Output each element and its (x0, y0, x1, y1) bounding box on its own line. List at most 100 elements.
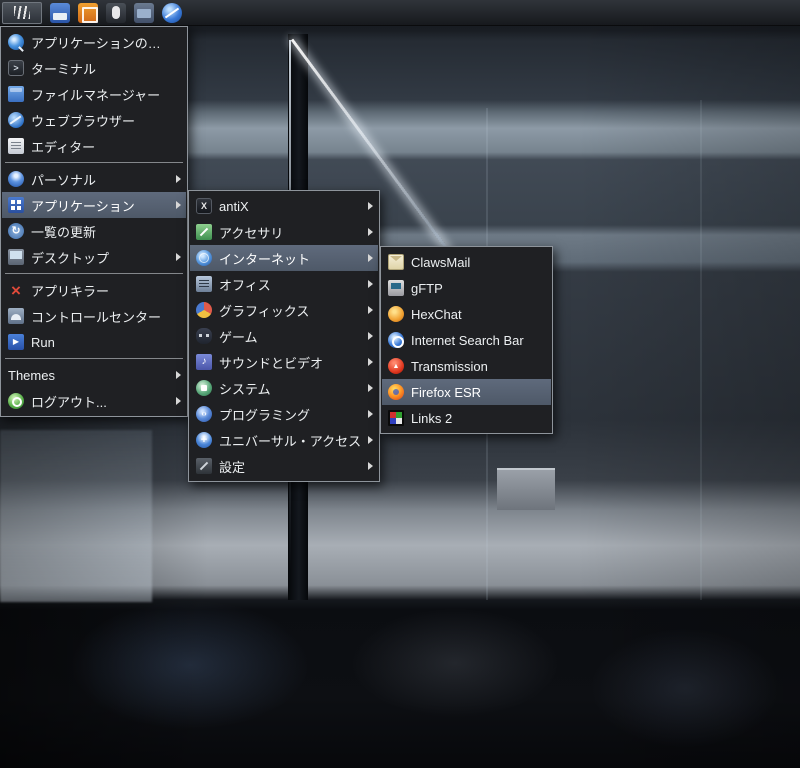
wallpaper-cube (497, 468, 555, 510)
submenu-arrow-icon (368, 228, 373, 236)
applications-icon (8, 197, 24, 213)
menu-item-programming[interactable]: プログラミング (190, 401, 378, 427)
menu-item-editor[interactable]: エディター (2, 133, 186, 159)
submenu-arrow-icon (368, 410, 373, 418)
menu-item-label: アプリケーション (31, 198, 135, 214)
file-save-icon[interactable] (50, 2, 70, 23)
menu-item-label: オフィス (219, 277, 271, 293)
submenu-arrow-icon (176, 201, 181, 209)
menu-item-sound-video[interactable]: サウンドとビデオ (190, 349, 378, 375)
folder-icon (8, 86, 24, 102)
refresh-icon (8, 223, 24, 239)
menu-item-label: Internet Search Bar (411, 332, 524, 348)
menu-item-personal[interactable]: パーソナル (2, 166, 186, 192)
graphics-icon (196, 302, 212, 318)
menu-item-games[interactable]: ゲーム (190, 323, 378, 349)
taskbar (0, 0, 800, 26)
hexchat-icon (388, 306, 404, 322)
menu-item-run[interactable]: Run (2, 329, 186, 355)
menu-item-label: ログアウト... (31, 394, 107, 410)
programming-icon (196, 406, 212, 422)
logout-icon (8, 393, 24, 409)
submenu-arrow-icon (368, 462, 373, 470)
menu-item-web-browser[interactable]: ウェブブラウザー (2, 107, 186, 133)
start-menu-button[interactable] (2, 1, 42, 24)
menu-item-gftp[interactable]: gFTP (382, 275, 551, 301)
wallpaper-reflection (70, 600, 310, 730)
menu-item-label: gFTP (411, 280, 443, 296)
web-browser-icon[interactable] (162, 2, 182, 23)
menu-item-label: サウンドとビデオ (219, 355, 324, 371)
menu-item-accessories[interactable]: アクセサリ (190, 219, 378, 245)
internet-search-icon (388, 332, 404, 348)
menu-item-links2[interactable]: Links 2 (382, 405, 551, 431)
menu-item-claws-mail[interactable]: ClawsMail (382, 249, 551, 275)
wrench-icon (196, 458, 212, 474)
person-icon (8, 171, 24, 187)
mail-icon (388, 254, 404, 270)
menu-item-app-killer[interactable]: アプリキラー (2, 277, 186, 303)
menu-item-desktop[interactable]: デスクトップ (2, 244, 186, 270)
internet-submenu: ClawsMail gFTP HexChat Internet Search B… (380, 246, 553, 434)
menu-item-label: ターミナル (31, 61, 97, 77)
menu-item-settings[interactable]: 設定 (190, 453, 378, 479)
terminal-icon (8, 60, 24, 76)
menu-item-label: HexChat (411, 306, 462, 322)
submenu-arrow-icon (368, 436, 373, 444)
menu-item-label: ClawsMail (411, 254, 471, 270)
transmission-icon (388, 358, 404, 374)
submenu-arrow-icon (176, 253, 181, 261)
wallpaper-reflection (590, 628, 780, 748)
menu-separator (5, 162, 183, 163)
submenu-arrow-icon (368, 280, 373, 288)
menu-item-themes[interactable]: Themes (2, 362, 186, 388)
sound-icon (196, 354, 212, 370)
package-installer-icon[interactable] (78, 2, 98, 23)
menu-item-logout[interactable]: ログアウト... (2, 388, 186, 414)
submenu-arrow-icon (176, 371, 181, 379)
menu-item-system[interactable]: システム (190, 375, 378, 401)
menu-item-internet[interactable]: インターネット (190, 245, 378, 271)
menu-item-label: アクセサリ (219, 225, 284, 241)
menu-item-applications[interactable]: アプリケーション (2, 192, 186, 218)
menu-item-label: パーソナル (31, 172, 97, 188)
applications-submenu: antiX アクセサリ インターネット オフィス グラフィックス ゲーム (188, 190, 380, 482)
menu-item-label: Transmission (411, 358, 488, 374)
menu-item-control-center[interactable]: コントロールセンター (2, 303, 186, 329)
menu-item-label: ファイルマネージャー (31, 87, 161, 103)
control-center-icon (8, 308, 24, 324)
menu-item-label: antiX (219, 198, 249, 214)
menu-item-office[interactable]: オフィス (190, 271, 378, 297)
wallpaper-seam (700, 100, 702, 600)
menu-item-universal-access[interactable]: ユニバーサル・アクセス (190, 427, 378, 453)
menu-item-select-application[interactable]: アプリケーションの選択 (2, 29, 186, 55)
menu-item-transmission[interactable]: Transmission (382, 353, 551, 379)
menu-item-internet-search-bar[interactable]: Internet Search Bar (382, 327, 551, 353)
kill-icon (8, 282, 24, 298)
menu-item-file-manager[interactable]: ファイルマネージャー (2, 81, 186, 107)
menu-item-label: ウェブブラウザー (31, 113, 136, 129)
search-icon (8, 34, 24, 50)
menu-item-label: グラフィックス (219, 303, 310, 319)
menu-item-antix[interactable]: antiX (190, 193, 378, 219)
links2-icon (388, 410, 404, 426)
mouse-settings-icon[interactable] (106, 2, 126, 23)
universal-access-icon (196, 432, 212, 448)
monitor-icon (8, 249, 24, 265)
menu-item-terminal[interactable]: ターミナル (2, 55, 186, 81)
menu-item-firefox-esr[interactable]: Firefox ESR (382, 379, 551, 405)
menu-item-hexchat[interactable]: HexChat (382, 301, 551, 327)
submenu-arrow-icon (368, 384, 373, 392)
editor-icon (8, 138, 24, 154)
menu-item-refresh-list[interactable]: 一覧の更新 (2, 218, 186, 244)
system-icon (196, 380, 212, 396)
menu-item-label: コントロールセンター (31, 309, 162, 325)
folder-icon[interactable] (134, 2, 154, 23)
menu-item-graphics[interactable]: グラフィックス (190, 297, 378, 323)
menu-item-label: システム (219, 381, 271, 397)
gftp-icon (388, 280, 404, 296)
office-icon (196, 276, 212, 292)
submenu-arrow-icon (368, 358, 373, 366)
menu-item-label: ユニバーサル・アクセス (219, 433, 362, 449)
submenu-arrow-icon (368, 202, 373, 210)
